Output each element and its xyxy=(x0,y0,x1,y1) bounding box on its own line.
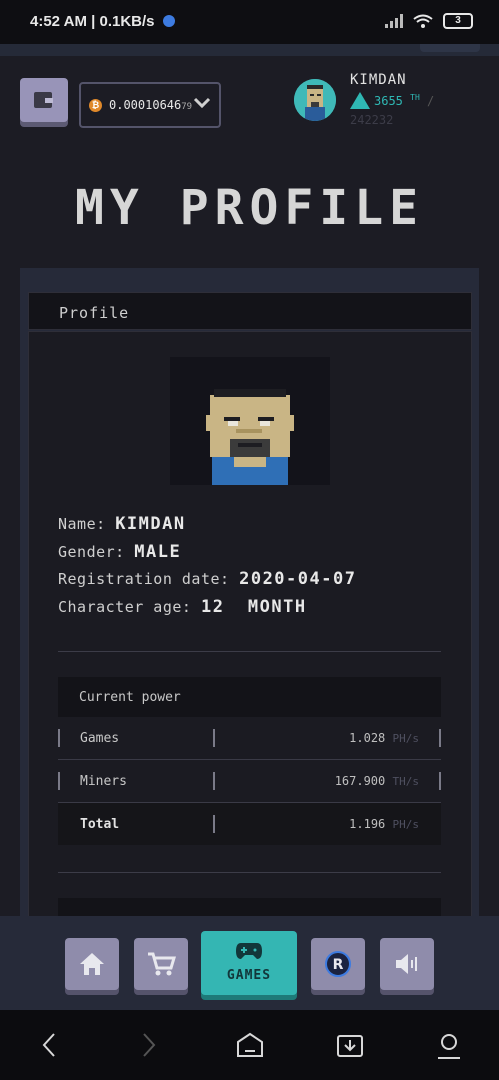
globe-icon xyxy=(162,15,175,27)
row-bar xyxy=(58,729,60,747)
wallet-icon xyxy=(34,92,53,108)
row-unit: PH/s xyxy=(392,732,420,745)
status-time-text: 4:52 AM | 0.1KB/s xyxy=(30,13,155,30)
cart-icon xyxy=(148,952,176,976)
row-number: 1.196 xyxy=(349,817,386,831)
username: KIMDAN xyxy=(350,72,407,88)
top-strip-lip xyxy=(420,44,480,52)
power-value: 3655 xyxy=(374,94,403,108)
age-label: Character age: xyxy=(58,598,192,616)
roller-coin-button[interactable]: R xyxy=(311,938,365,990)
avatar-face-icon xyxy=(294,79,336,121)
age-value: 12 MONTH xyxy=(200,597,307,617)
table-row: Miners 167.900 TH/s xyxy=(58,760,441,803)
home-icon xyxy=(80,953,104,975)
profile-card-header: Profile xyxy=(28,292,472,330)
registration-line: Registration date: 2020-04-07 xyxy=(58,569,356,589)
character-portrait-icon xyxy=(206,389,294,485)
speaker-icon xyxy=(396,954,417,974)
coin-r-icon: R xyxy=(325,951,351,977)
row-bar xyxy=(439,729,441,747)
power-up-icon xyxy=(350,92,370,109)
row-label: Miners xyxy=(80,774,127,789)
wifi-icon xyxy=(413,14,433,28)
row-bar xyxy=(439,772,441,790)
table-row: Total 1.196 PH/s xyxy=(58,803,441,845)
user-power: 3655 TH / xyxy=(350,92,434,109)
status-bar: 4:52 AM | 0.1KB/s 3 xyxy=(0,0,499,44)
row-bar xyxy=(213,815,215,833)
row-number: 167.900 xyxy=(334,774,386,788)
gamepad-icon xyxy=(236,943,262,959)
profile-system-icon[interactable] xyxy=(436,1032,462,1060)
system-nav-bar xyxy=(0,1010,499,1080)
age-line: Character age: 12 MONTH xyxy=(58,597,307,617)
name-label: Name: xyxy=(58,515,106,533)
svg-text:R: R xyxy=(333,957,344,973)
balance-tail: 79 xyxy=(181,102,193,112)
download-icon[interactable] xyxy=(336,1032,364,1058)
profile-card-title: Profile xyxy=(59,304,130,322)
bitcoin-icon: ₿ xyxy=(89,99,102,112)
power-separator: / xyxy=(427,94,435,108)
divider xyxy=(58,651,441,652)
top-strip xyxy=(0,44,499,56)
row-unit: TH/s xyxy=(392,775,420,788)
shop-button[interactable] xyxy=(134,938,188,990)
forward-icon[interactable] xyxy=(140,1032,158,1058)
battery-icon: 3 xyxy=(443,13,473,29)
power-total: 242232 xyxy=(350,113,394,127)
games-button[interactable]: GAMES xyxy=(201,931,297,995)
home-button[interactable] xyxy=(65,938,119,990)
row-label: Games xyxy=(80,731,120,746)
current-power-header: Current power xyxy=(58,677,441,717)
balance-value: 0.0001064679 xyxy=(109,98,192,112)
row-value: 1.196 PH/s xyxy=(349,817,419,831)
power-unit: TH xyxy=(410,93,420,102)
balance-main: 0.00010646 xyxy=(109,98,182,112)
current-power-table: Current power Games 1.028 PH/s Miners 16… xyxy=(58,677,441,845)
signal-icon xyxy=(385,14,403,28)
divider xyxy=(58,872,441,873)
row-bar xyxy=(213,729,215,747)
status-icons: 3 xyxy=(385,13,473,29)
row-number: 1.028 xyxy=(349,731,386,745)
name-line: Name: KIMDAN xyxy=(58,514,186,534)
character-avatar xyxy=(170,357,330,485)
row-bar xyxy=(213,772,215,790)
gender-value: MALE xyxy=(134,542,182,562)
row-bar xyxy=(58,772,60,790)
gender-line: Gender: MALE xyxy=(58,542,181,562)
balance-dropdown[interactable]: ₿ 0.0001064679 xyxy=(79,82,221,128)
sound-button[interactable] xyxy=(380,938,434,990)
table-row: Games 1.028 PH/s xyxy=(58,717,441,760)
row-unit: PH/s xyxy=(392,818,420,831)
row-label: Total xyxy=(80,817,120,832)
page-title: MY PROFILE xyxy=(75,180,424,236)
wallet-button[interactable] xyxy=(20,78,68,122)
gender-label: Gender: xyxy=(58,543,125,561)
games-label: GAMES xyxy=(226,968,272,983)
registration-label: Registration date: xyxy=(58,570,230,588)
row-value: 167.900 TH/s xyxy=(335,774,419,788)
registration-value: 2020-04-07 xyxy=(239,569,357,589)
name-value: KIMDAN xyxy=(115,514,186,534)
current-power-title: Current power xyxy=(79,690,181,705)
chevron-down-icon xyxy=(193,97,211,109)
row-value: 1.028 PH/s xyxy=(349,731,419,745)
home-system-icon[interactable] xyxy=(236,1032,264,1058)
status-time: 4:52 AM | 0.1KB/s xyxy=(30,13,175,30)
back-icon[interactable] xyxy=(40,1032,58,1058)
user-avatar[interactable] xyxy=(294,79,336,121)
